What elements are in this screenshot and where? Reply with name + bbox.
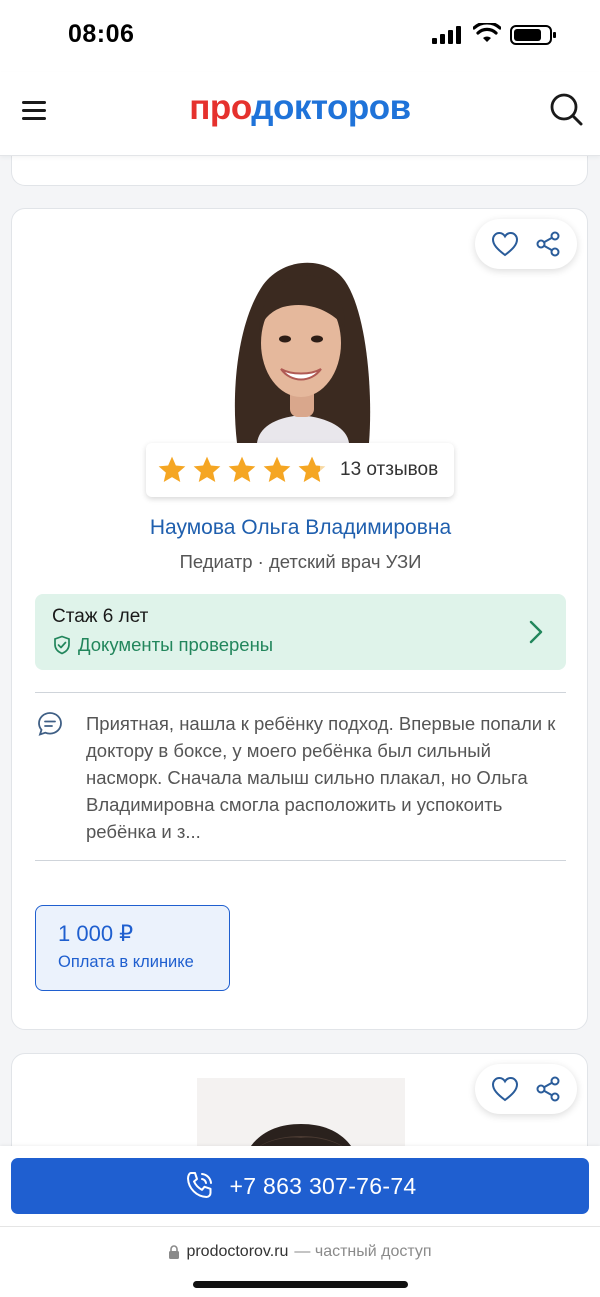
- experience-block[interactable]: Стаж 6 лет Документы проверены: [35, 594, 566, 670]
- call-button[interactable]: +7 863 307-76-74: [11, 1158, 589, 1214]
- star-icon: [158, 456, 186, 482]
- verified-text: Документы проверены: [78, 634, 274, 655]
- card-actions: [475, 219, 577, 269]
- url-note: — частный доступ: [294, 1243, 432, 1260]
- heart-icon: [491, 1076, 518, 1102]
- status-bar: 08:06: [0, 0, 600, 72]
- experience-text: Стаж 6 лет: [52, 606, 149, 627]
- battery-icon: [510, 25, 556, 45]
- verified-row: Документы проверены: [52, 634, 273, 656]
- doctor-card: 13 отзывов Наумова Ольга Владимировна Пе…: [11, 208, 588, 1030]
- share-button[interactable]: [532, 228, 564, 260]
- divider: [35, 860, 566, 861]
- header: продокторов: [0, 72, 600, 156]
- price-value: 1 000 ₽: [58, 921, 134, 946]
- review-excerpt[interactable]: Приятная, нашла к ребёнку подход. Впервы…: [86, 710, 556, 845]
- reviews-count[interactable]: 13 отзывов: [340, 459, 438, 481]
- star-icon: [263, 456, 291, 482]
- price-note: Оплата в клинике: [58, 953, 194, 971]
- share-icon: [536, 231, 559, 257]
- phone-number: +7 863 307-76-74: [229, 1172, 417, 1199]
- favorite-button[interactable]: [489, 1073, 521, 1105]
- wifi-icon: [473, 23, 501, 42]
- favorite-button[interactable]: [489, 228, 521, 260]
- share-icon: [536, 1076, 559, 1102]
- bottom-bar: +7 863 307-76-74 prodoctorov.ru — частны…: [0, 1146, 600, 1297]
- rating-stars: [156, 454, 328, 486]
- doctor-portrait: [197, 243, 405, 443]
- comment-icon: [38, 712, 62, 736]
- share-button[interactable]: [532, 1073, 564, 1105]
- logo[interactable]: продокторов: [0, 88, 600, 128]
- signal-icon: [432, 26, 461, 44]
- rating-box[interactable]: 13 отзывов: [146, 443, 454, 497]
- divider: [35, 692, 566, 693]
- lock-icon: [169, 1245, 180, 1259]
- doctor-photo[interactable]: [197, 243, 405, 443]
- search-icon[interactable]: [549, 92, 583, 126]
- phone-icon: [187, 1172, 213, 1198]
- star-partial-icon: [298, 456, 326, 482]
- star-icon: [193, 456, 221, 482]
- doctor-name-link[interactable]: Наумова Ольга Владимировна: [12, 516, 589, 540]
- logo-part-doctors: докторов: [251, 88, 411, 127]
- doctor-specialties: Педиатр · детский врач УЗИ: [179, 551, 422, 572]
- browser-url-bar[interactable]: prodoctorov.ru — частный доступ: [0, 1226, 600, 1297]
- card-actions: [475, 1064, 577, 1114]
- star-icon: [228, 456, 256, 482]
- home-indicator[interactable]: [193, 1281, 408, 1288]
- shield-check-icon: [54, 635, 70, 655]
- heart-icon: [491, 231, 518, 257]
- chevron-right-icon: [529, 620, 543, 644]
- url-domain: prodoctorov.ru: [186, 1243, 289, 1260]
- logo-part-pro: про: [189, 88, 252, 127]
- status-time: 08:06: [68, 20, 135, 48]
- price-button[interactable]: 1 000 ₽ Оплата в клинике: [35, 905, 230, 991]
